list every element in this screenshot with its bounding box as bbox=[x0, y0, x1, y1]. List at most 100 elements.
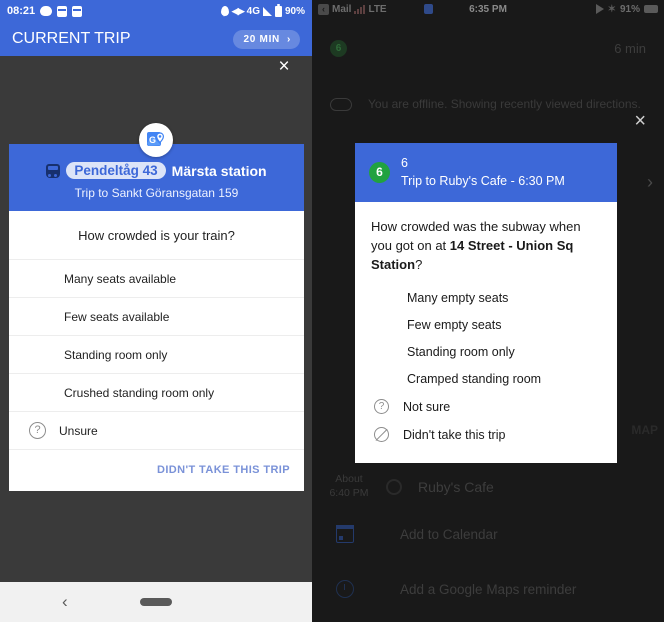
chevron-right-icon: › bbox=[286, 33, 291, 45]
status-time: 08:21 bbox=[7, 5, 36, 17]
network-type: 4G bbox=[246, 5, 260, 17]
crowd-option-row[interactable]: Standing room only bbox=[9, 335, 304, 373]
about-time-block: About 6:40 PM bbox=[312, 473, 386, 500]
add-reminder-row[interactable]: Add a Google Maps reminder bbox=[312, 580, 664, 598]
offline-message: You are offline. Showing recently viewed… bbox=[368, 97, 641, 111]
next-card-chevron-icon[interactable]: › bbox=[647, 172, 653, 193]
crowd-option-label: Few empty seats bbox=[407, 318, 502, 333]
nav-home-icon[interactable] bbox=[140, 598, 172, 606]
crowdedness-card: Pendeltåg 43 Märsta station Trip to Sank… bbox=[9, 144, 304, 491]
ios-crowdedness-question: How crowded was the subway when you got … bbox=[355, 202, 617, 285]
crowd-option-row[interactable]: Few seats available bbox=[9, 297, 304, 335]
ios-status-bar: ‹ Mail LTE 6:35 PM ✶ 91% bbox=[312, 0, 664, 18]
add-to-calendar-label: Add to Calendar bbox=[400, 526, 498, 542]
background-line-badge: 6 bbox=[330, 40, 347, 57]
clock-icon bbox=[336, 580, 354, 598]
ios-battery-icon bbox=[644, 5, 658, 13]
app-icon-1 bbox=[57, 5, 68, 17]
ios-screen: ‹ Mail LTE 6:35 PM ✶ 91% 6 6 min You are… bbox=[312, 0, 664, 622]
crowdedness-question: How crowded is your train? bbox=[78, 228, 235, 243]
trip-duration-label: 20 MIN bbox=[243, 33, 280, 45]
about-label: About bbox=[335, 473, 363, 485]
screenshot-root: 08:21 ◀▶ 4G 90% CURRENT TRIP 20 MIN › × bbox=[0, 0, 664, 622]
question-suffix: ? bbox=[415, 256, 423, 272]
crowd-option-label: Few seats available bbox=[64, 309, 170, 324]
station-name: Märsta station bbox=[171, 162, 267, 179]
background-eta: 6 min bbox=[614, 41, 646, 56]
question-mark-icon: ? bbox=[29, 422, 46, 439]
about-time: 6:40 PM bbox=[329, 486, 369, 499]
crowd-option-row[interactable]: Many empty seats bbox=[355, 285, 617, 312]
battery-icon bbox=[274, 3, 282, 17]
location-icon bbox=[220, 6, 229, 17]
crowd-option-row[interactable]: Crushed standing room only bbox=[9, 373, 304, 411]
ios-card-header: 6 6 Trip to Ruby's Cafe - 6:30 PM bbox=[355, 143, 617, 202]
ios-status-time: 6:35 PM bbox=[469, 3, 507, 15]
offline-banner: You are offline. Showing recently viewed… bbox=[312, 96, 664, 113]
add-reminder-label: Add a Google Maps reminder bbox=[400, 581, 577, 597]
signal-icon bbox=[262, 6, 272, 16]
crowdedness-options: Many seats available Few seats available S… bbox=[9, 259, 304, 449]
ios-close-button[interactable]: × bbox=[634, 110, 646, 133]
battery-percent: 90% bbox=[284, 5, 305, 17]
google-maps-logo-icon: G bbox=[139, 123, 173, 157]
app-icon-2 bbox=[72, 5, 83, 17]
current-trip-header: CURRENT TRIP 20 MIN › bbox=[0, 22, 312, 56]
crowd-option-row[interactable]: ? Not sure bbox=[355, 393, 617, 421]
slash-circle-icon bbox=[374, 427, 389, 443]
crowd-option-label: Crushed standing room only bbox=[64, 385, 215, 400]
crowd-option-label: Unsure bbox=[59, 423, 98, 438]
crowd-option-label: Standing room only bbox=[407, 345, 515, 360]
background-destination-row: About 6:40 PM Ruby's Cafe bbox=[312, 473, 664, 500]
svg-text:G: G bbox=[149, 135, 156, 145]
carrier-label: LTE bbox=[368, 3, 387, 15]
card-bottom-padding bbox=[355, 449, 617, 463]
nav-back-icon[interactable]: ‹ bbox=[62, 592, 68, 612]
didnt-take-trip-link[interactable]: DIDN'T TAKE THIS TRIP bbox=[9, 449, 304, 491]
line-number: 6 bbox=[401, 156, 408, 170]
crowd-option-label: Cramped standing room bbox=[407, 372, 542, 387]
trip-destination: Trip to Sankt Göransgatan 159 bbox=[74, 186, 239, 200]
line-badge: Pendeltåg 43 bbox=[66, 162, 166, 179]
crowd-option-label: Standing room only bbox=[64, 347, 168, 362]
map-tab-label: MAP bbox=[631, 423, 658, 437]
question-mark-icon: ? bbox=[374, 399, 389, 415]
android-screen: 08:21 ◀▶ 4G 90% CURRENT TRIP 20 MIN › × bbox=[0, 0, 312, 622]
crowd-option-label: Not sure bbox=[403, 399, 451, 414]
ios-battery-percent: 91% bbox=[619, 3, 640, 15]
crowd-option-label: Many empty seats bbox=[407, 291, 509, 306]
subway-line-badge: 6 bbox=[369, 161, 390, 183]
crowd-option-label: Didn't take this trip bbox=[403, 427, 506, 442]
crowd-option-row[interactable]: Cramped standing room bbox=[355, 366, 617, 393]
crowd-option-row[interactable]: Standing room only bbox=[355, 339, 617, 366]
crowd-option-row[interactable]: Didn't take this trip bbox=[355, 421, 617, 449]
cloud-offline-icon bbox=[330, 98, 352, 111]
route-row: Pendeltåg 43 Märsta station bbox=[19, 162, 294, 179]
destination-ring-icon bbox=[386, 478, 402, 495]
close-button[interactable]: × bbox=[274, 57, 294, 77]
crowd-option-row[interactable]: ? Unsure bbox=[9, 411, 304, 449]
crowd-option-row[interactable]: Many seats available bbox=[9, 259, 304, 297]
destination-name: Ruby's Cafe bbox=[418, 478, 494, 495]
train-icon bbox=[46, 163, 61, 178]
add-to-calendar-row[interactable]: Add to Calendar bbox=[312, 525, 664, 543]
bluetooth-icon: ✶ bbox=[607, 3, 616, 15]
calendar-icon bbox=[336, 525, 354, 543]
android-status-bar: 08:21 ◀▶ 4G 90% bbox=[0, 0, 312, 22]
location-arrow-icon bbox=[595, 4, 604, 14]
chat-icon bbox=[40, 6, 53, 16]
trip-duration-button[interactable]: 20 MIN › bbox=[232, 29, 300, 49]
calendar-status-icon bbox=[424, 4, 433, 14]
crowd-option-label: Many seats available bbox=[64, 271, 177, 286]
crowd-option-row[interactable]: Few empty seats bbox=[355, 312, 617, 339]
android-nav-bar: ‹ bbox=[0, 582, 312, 622]
ios-crowdedness-options: Many empty seats Few empty seats Standing … bbox=[355, 285, 617, 449]
ios-crowdedness-card: 6 6 Trip to Ruby's Cafe - 6:30 PM How cr… bbox=[355, 143, 617, 463]
back-app-label: Mail bbox=[332, 3, 352, 15]
back-app-icon[interactable]: ‹ bbox=[318, 3, 329, 15]
vibrate-icon: ◀▶ bbox=[231, 5, 245, 16]
signal-bars-icon bbox=[354, 4, 366, 14]
background-eta-row: 6 6 min bbox=[312, 40, 664, 57]
current-trip-title: CURRENT TRIP bbox=[12, 30, 131, 47]
ios-trip-destination: Trip to Ruby's Cafe - 6:30 PM bbox=[401, 174, 565, 188]
